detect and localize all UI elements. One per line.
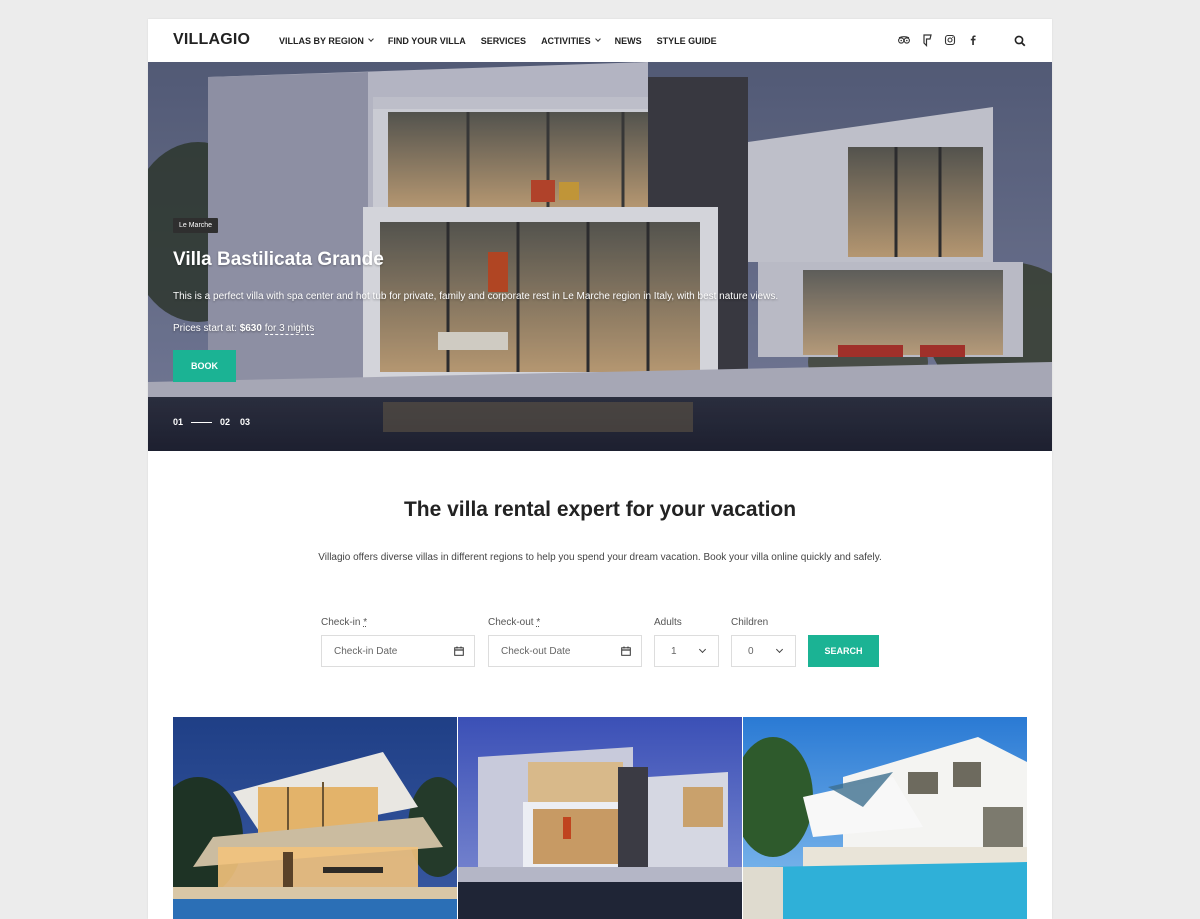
- hero-slider: Le Marche Villa Bastilicata Grande This …: [148, 62, 1052, 451]
- facebook-icon[interactable]: [966, 33, 980, 47]
- checkout-label: Check-out *: [488, 617, 540, 628]
- region-tag[interactable]: Le Marche: [173, 218, 219, 233]
- required-mark: *: [363, 617, 368, 628]
- checkout-date-field[interactable]: Check-out Date: [488, 635, 642, 667]
- page: VILLAGIO VILLAS BY REGION FIND YOUR VILL…: [148, 19, 1052, 919]
- checkin-date-field[interactable]: Check-in Date: [321, 635, 475, 667]
- nav-services[interactable]: SERVICES: [481, 36, 526, 46]
- main-nav: VILLAS BY REGION FIND YOUR VILLA SERVICE…: [279, 19, 732, 62]
- nav-villas-by-region[interactable]: VILLAS BY REGION: [279, 35, 374, 46]
- price-value: $630: [239, 323, 262, 334]
- nav-news[interactable]: NEWS: [615, 36, 642, 46]
- nav-style-guide[interactable]: STYLE GUIDE: [657, 36, 717, 46]
- chevron-down-icon: [368, 36, 374, 42]
- nav-label: NEWS: [614, 35, 642, 46]
- checkout-label-text: Check-out: [488, 617, 534, 628]
- search-button[interactable]: SEARCH: [808, 635, 879, 667]
- slide-1[interactable]: 01: [173, 417, 183, 427]
- instagram-icon[interactable]: [943, 33, 957, 47]
- search-icon[interactable]: [1014, 34, 1026, 47]
- nav-activities[interactable]: ACTIVITIES: [541, 35, 601, 46]
- villa-thumbnail[interactable]: [173, 717, 457, 919]
- nav-find-your-villa[interactable]: FIND YOUR VILLA: [388, 36, 466, 46]
- villa-thumbnail[interactable]: [458, 717, 742, 919]
- checkout-placeholder: Check-out Date: [501, 645, 571, 657]
- slide-pager: 01 02 03: [173, 417, 260, 427]
- adults-value: 1: [671, 645, 677, 657]
- site-header: VILLAGIO VILLAS BY REGION FIND YOUR VILL…: [148, 19, 1052, 62]
- children-value: 0: [748, 645, 754, 657]
- calendar-icon[interactable]: [454, 646, 464, 656]
- hero-price: Prices start at: $630 for 3 nights: [173, 323, 315, 335]
- hero-description: This is a perfect villa with spa center …: [173, 291, 779, 302]
- book-button[interactable]: BOOK: [173, 350, 236, 382]
- foursquare-icon[interactable]: [920, 33, 934, 47]
- price-prefix: Prices start at:: [173, 323, 240, 334]
- section-title: The villa rental expert for your vacatio…: [403, 498, 797, 521]
- calendar-icon[interactable]: [621, 646, 631, 656]
- tripadvisor-icon[interactable]: [897, 33, 911, 47]
- villa-thumbnail[interactable]: [743, 717, 1027, 919]
- active-slide-indicator: [191, 421, 213, 423]
- section-text: Villagio offers diverse villas in differ…: [318, 552, 882, 563]
- children-label: Children: [731, 617, 769, 628]
- checkin-placeholder: Check-in Date: [334, 645, 398, 657]
- nav-label: SERVICES: [480, 35, 527, 46]
- nav-label: FIND YOUR VILLA: [387, 35, 466, 46]
- site-logo[interactable]: VILLAGIO: [173, 31, 250, 49]
- chevron-down-icon: [594, 36, 601, 42]
- chevron-down-icon: [698, 645, 707, 654]
- checkin-label-text: Check-in: [321, 617, 361, 628]
- price-nights: for 3 nights: [264, 323, 315, 335]
- children-select[interactable]: 0: [731, 635, 796, 667]
- slide-2[interactable]: 02: [220, 417, 230, 427]
- slide-3[interactable]: 03: [240, 417, 250, 427]
- nav-label: STYLE GUIDE: [656, 35, 717, 46]
- nav-label: VILLAS BY REGION: [279, 35, 364, 46]
- adults-label: Adults: [654, 617, 682, 628]
- nav-label: ACTIVITIES: [541, 35, 591, 46]
- social-links: [888, 33, 980, 47]
- hero-title[interactable]: Villa Bastilicata Grande: [173, 249, 384, 271]
- required-mark: *: [536, 617, 541, 628]
- checkin-label: Check-in *: [321, 617, 367, 628]
- adults-select[interactable]: 1: [654, 635, 719, 667]
- chevron-down-icon: [775, 645, 784, 654]
- villa-gallery: [173, 717, 1027, 919]
